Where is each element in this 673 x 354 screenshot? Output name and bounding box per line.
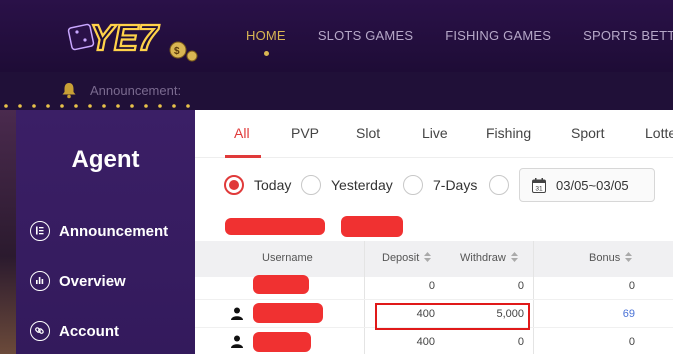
highlight-box	[375, 303, 530, 330]
nav-fishing-label: FISHING GAMES	[445, 28, 552, 43]
radio-yesterday[interactable]	[301, 175, 321, 195]
col-withdraw[interactable]: Withdraw	[460, 252, 518, 264]
col-deposit-label: Deposit	[382, 252, 420, 264]
col-username[interactable]: Username	[262, 252, 313, 264]
game-type-tabs: All PVP Slot Live Fishing Sport Lotte	[195, 110, 673, 158]
tab-fishing[interactable]: Fishing	[486, 125, 531, 141]
agent-sidebar: Agent Announcement Overview Account	[16, 110, 195, 354]
bell-icon	[62, 83, 76, 99]
redacted-block	[341, 216, 403, 237]
redacted-username	[253, 332, 311, 352]
withdraw-cell: 0	[517, 336, 524, 348]
sort-icon	[424, 252, 432, 262]
calendar-icon: 31	[532, 178, 546, 193]
sidebar-item-overview[interactable]: Overview	[30, 269, 126, 293]
col-deposit[interactable]: Deposit	[382, 252, 432, 264]
sidebar-item-label: Announcement	[59, 222, 169, 240]
site-logo[interactable]: YE7 $	[66, 8, 206, 64]
chart-icon	[30, 271, 50, 291]
sort-icon	[510, 252, 518, 262]
redacted-block	[225, 218, 325, 235]
bonus-cell: 0	[628, 336, 635, 348]
nav-slots-games[interactable]: SLOTS GAMES	[302, 0, 429, 72]
tab-pvp[interactable]: PVP	[291, 125, 319, 141]
user-icon	[231, 307, 243, 320]
radio-yesterday-label: Yesterday	[331, 177, 393, 193]
col-withdraw-label: Withdraw	[460, 252, 506, 264]
sidebar-item-label: Overview	[59, 272, 126, 290]
sidebar-item-label: Account	[59, 322, 119, 340]
sidebar-item-account[interactable]: Account	[30, 319, 119, 343]
svg-text:$: $	[174, 46, 180, 57]
table-row[interactable]: 0 0 0	[195, 272, 673, 300]
marquee-lights	[4, 104, 190, 108]
svg-text:YE7: YE7	[90, 17, 160, 58]
radio-today-label: Today	[254, 177, 292, 193]
radio-today[interactable]	[224, 175, 244, 195]
tab-lottery[interactable]: Lotte	[645, 125, 673, 141]
tab-live[interactable]: Live	[422, 125, 448, 141]
nav-sports-betting[interactable]: SPORTS BETTING	[567, 0, 673, 72]
announcement-label: Announcement:	[90, 83, 182, 98]
date-range-picker[interactable]: 31 03/05~03/05	[519, 168, 655, 202]
radio-custom[interactable]	[489, 175, 509, 195]
nav-home[interactable]: HOME	[230, 0, 302, 72]
top-header: YE7 $ HOME SLOTS GAMES FISHING GAMES SPO…	[0, 0, 673, 72]
active-dot	[263, 51, 269, 56]
bonus-cell: 0	[628, 280, 635, 292]
date-filter: Today Yesterday 7-Days 31 03/05~03/05	[195, 158, 673, 213]
nav-sports-label: SPORTS BETTING	[583, 28, 673, 43]
nav-fishing-games[interactable]: FISHING GAMES	[429, 0, 567, 72]
deposit-cell: 0	[428, 280, 435, 292]
nav-slots-label: SLOTS GAMES	[317, 28, 414, 43]
tab-all[interactable]: All	[234, 125, 250, 141]
tab-sport[interactable]: Sport	[571, 125, 604, 141]
user-icon	[231, 335, 243, 348]
sidebar-title: Agent	[71, 146, 140, 173]
list-icon	[30, 221, 50, 241]
deposit-cell: 400	[416, 336, 435, 348]
nav-home-label: HOME	[246, 28, 286, 43]
bonus-link[interactable]: 69	[623, 308, 635, 320]
sidebar-item-announcement[interactable]: Announcement	[30, 219, 168, 243]
tab-slot[interactable]: Slot	[356, 125, 380, 141]
summary-row	[195, 213, 673, 241]
background-art	[0, 110, 16, 354]
redacted-username	[253, 275, 309, 294]
radio-7-days[interactable]	[403, 175, 423, 195]
redacted-username	[253, 303, 323, 323]
svg-text:31: 31	[535, 186, 543, 193]
date-range-value: 03/05~03/05	[556, 178, 629, 193]
col-bonus-label: Bonus	[589, 252, 621, 264]
link-icon	[30, 321, 50, 341]
main-nav: HOME SLOTS GAMES FISHING GAMES SPORTS BE…	[230, 0, 673, 72]
withdraw-cell: 0	[517, 280, 524, 292]
radio-7-days-label: 7-Days	[433, 177, 478, 193]
col-bonus[interactable]: Bonus	[589, 252, 633, 264]
table-row[interactable]: 400 0 0	[195, 328, 673, 354]
report-panel: All PVP Slot Live Fishing Sport Lotte To…	[195, 110, 673, 354]
sort-icon	[625, 252, 633, 262]
